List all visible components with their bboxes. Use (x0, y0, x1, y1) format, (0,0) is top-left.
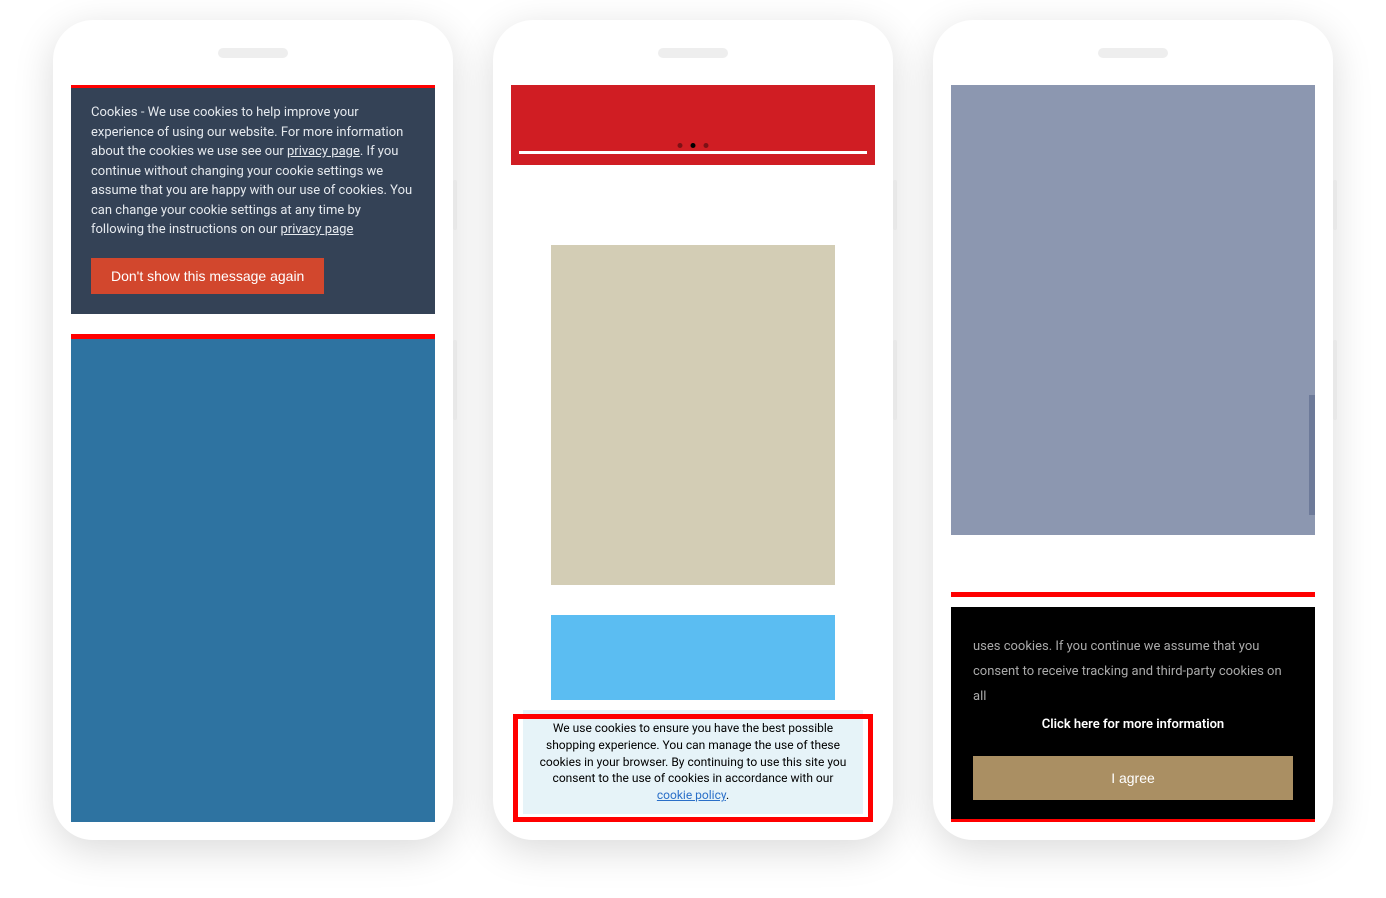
phone-side-button (893, 180, 897, 230)
carousel-dots (678, 143, 709, 148)
phone-side-button (453, 180, 457, 230)
phone-screen: Cookies - We use cookies to help improve… (71, 85, 435, 822)
phone-side-button (893, 340, 897, 420)
carousel-dot[interactable] (678, 143, 683, 148)
annotation-highlight (71, 85, 435, 339)
header-divider (519, 151, 867, 157)
phone-side-button (1333, 340, 1337, 420)
annotation-highlight (513, 714, 873, 822)
page-header (511, 85, 875, 165)
phone-speaker (218, 48, 288, 58)
phone-side-button (1333, 180, 1337, 230)
content-block (551, 615, 835, 700)
page-content-placeholder (71, 335, 435, 822)
phone-speaker (658, 48, 728, 58)
phone-speaker (1098, 48, 1168, 58)
phone-screen: our amazing We use cookies to ensure you… (511, 85, 875, 822)
phone-mockup-2: our amazing We use cookies to ensure you… (493, 20, 893, 840)
page-content-placeholder (951, 85, 1315, 535)
phone-mockup-3: uses cookies. If you continue we assume … (933, 20, 1333, 840)
carousel-dot[interactable] (704, 143, 709, 148)
content-block (551, 245, 835, 585)
phone-screen: uses cookies. If you continue we assume … (951, 85, 1315, 822)
annotation-highlight (951, 592, 1315, 822)
scroll-indicator (1309, 395, 1315, 515)
phone-mockup-1: Cookies - We use cookies to help improve… (53, 20, 453, 840)
carousel-dot[interactable] (691, 143, 696, 148)
phone-side-button (453, 340, 457, 420)
